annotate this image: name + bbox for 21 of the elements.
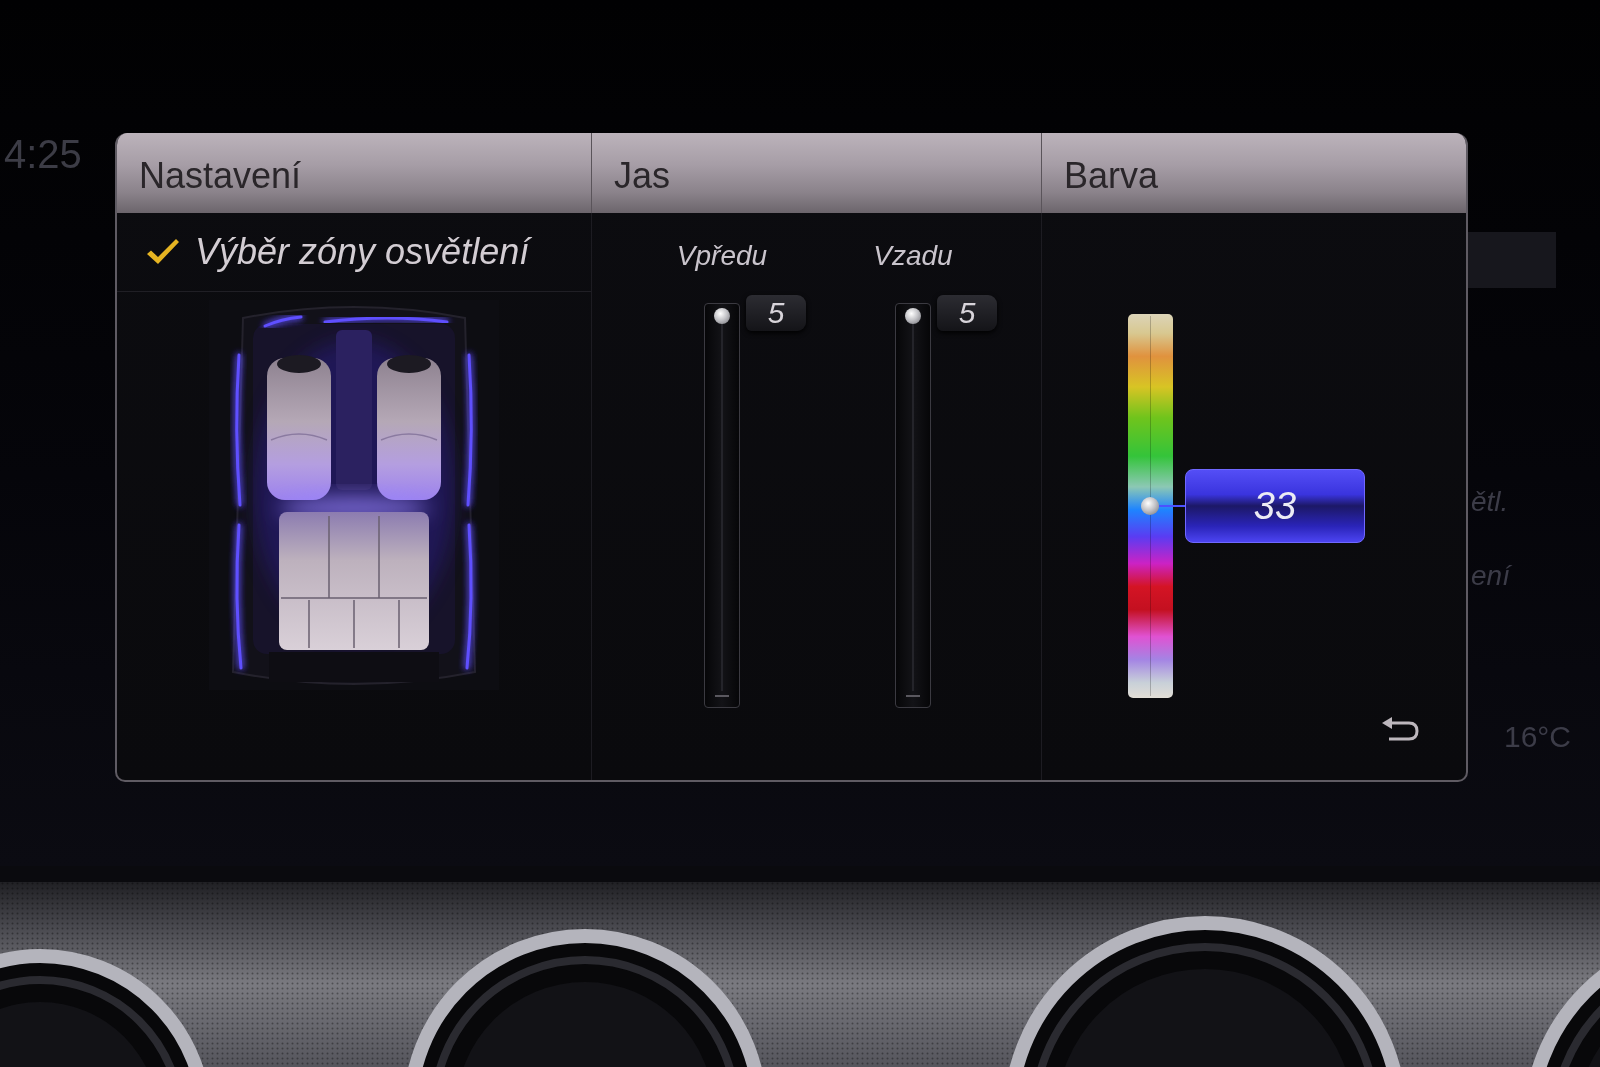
brightness-slider-track[interactable] [895, 303, 931, 708]
temperature-label: 16°C [1504, 720, 1572, 754]
column-header: Nastavení [117, 133, 592, 213]
clock: 4:25 [4, 132, 82, 176]
slider-label: Vpředu [676, 240, 768, 272]
menu-item-label: ení [1471, 560, 1510, 592]
slider-thumb[interactable] [714, 308, 730, 324]
slider-value: 5 [937, 295, 997, 331]
slider-label: Vzadu [873, 240, 953, 272]
color-slider-track[interactable] [1128, 314, 1173, 698]
leader-line [1159, 505, 1185, 507]
column-header: Jas [592, 133, 1042, 213]
column-header: Barva [1042, 133, 1466, 213]
menu-item-label: ětl. [1471, 486, 1509, 518]
back-icon[interactable] [1380, 716, 1420, 744]
color-value-badge: 33 [1185, 469, 1365, 543]
slider-thumb[interactable] [905, 308, 921, 324]
slider-value: 5 [746, 295, 806, 331]
zone-selection-option[interactable]: Výběr zóny osvětlení [117, 213, 591, 292]
color-slider-thumb[interactable] [1141, 497, 1159, 515]
brightness-slider-track[interactable] [704, 303, 740, 708]
